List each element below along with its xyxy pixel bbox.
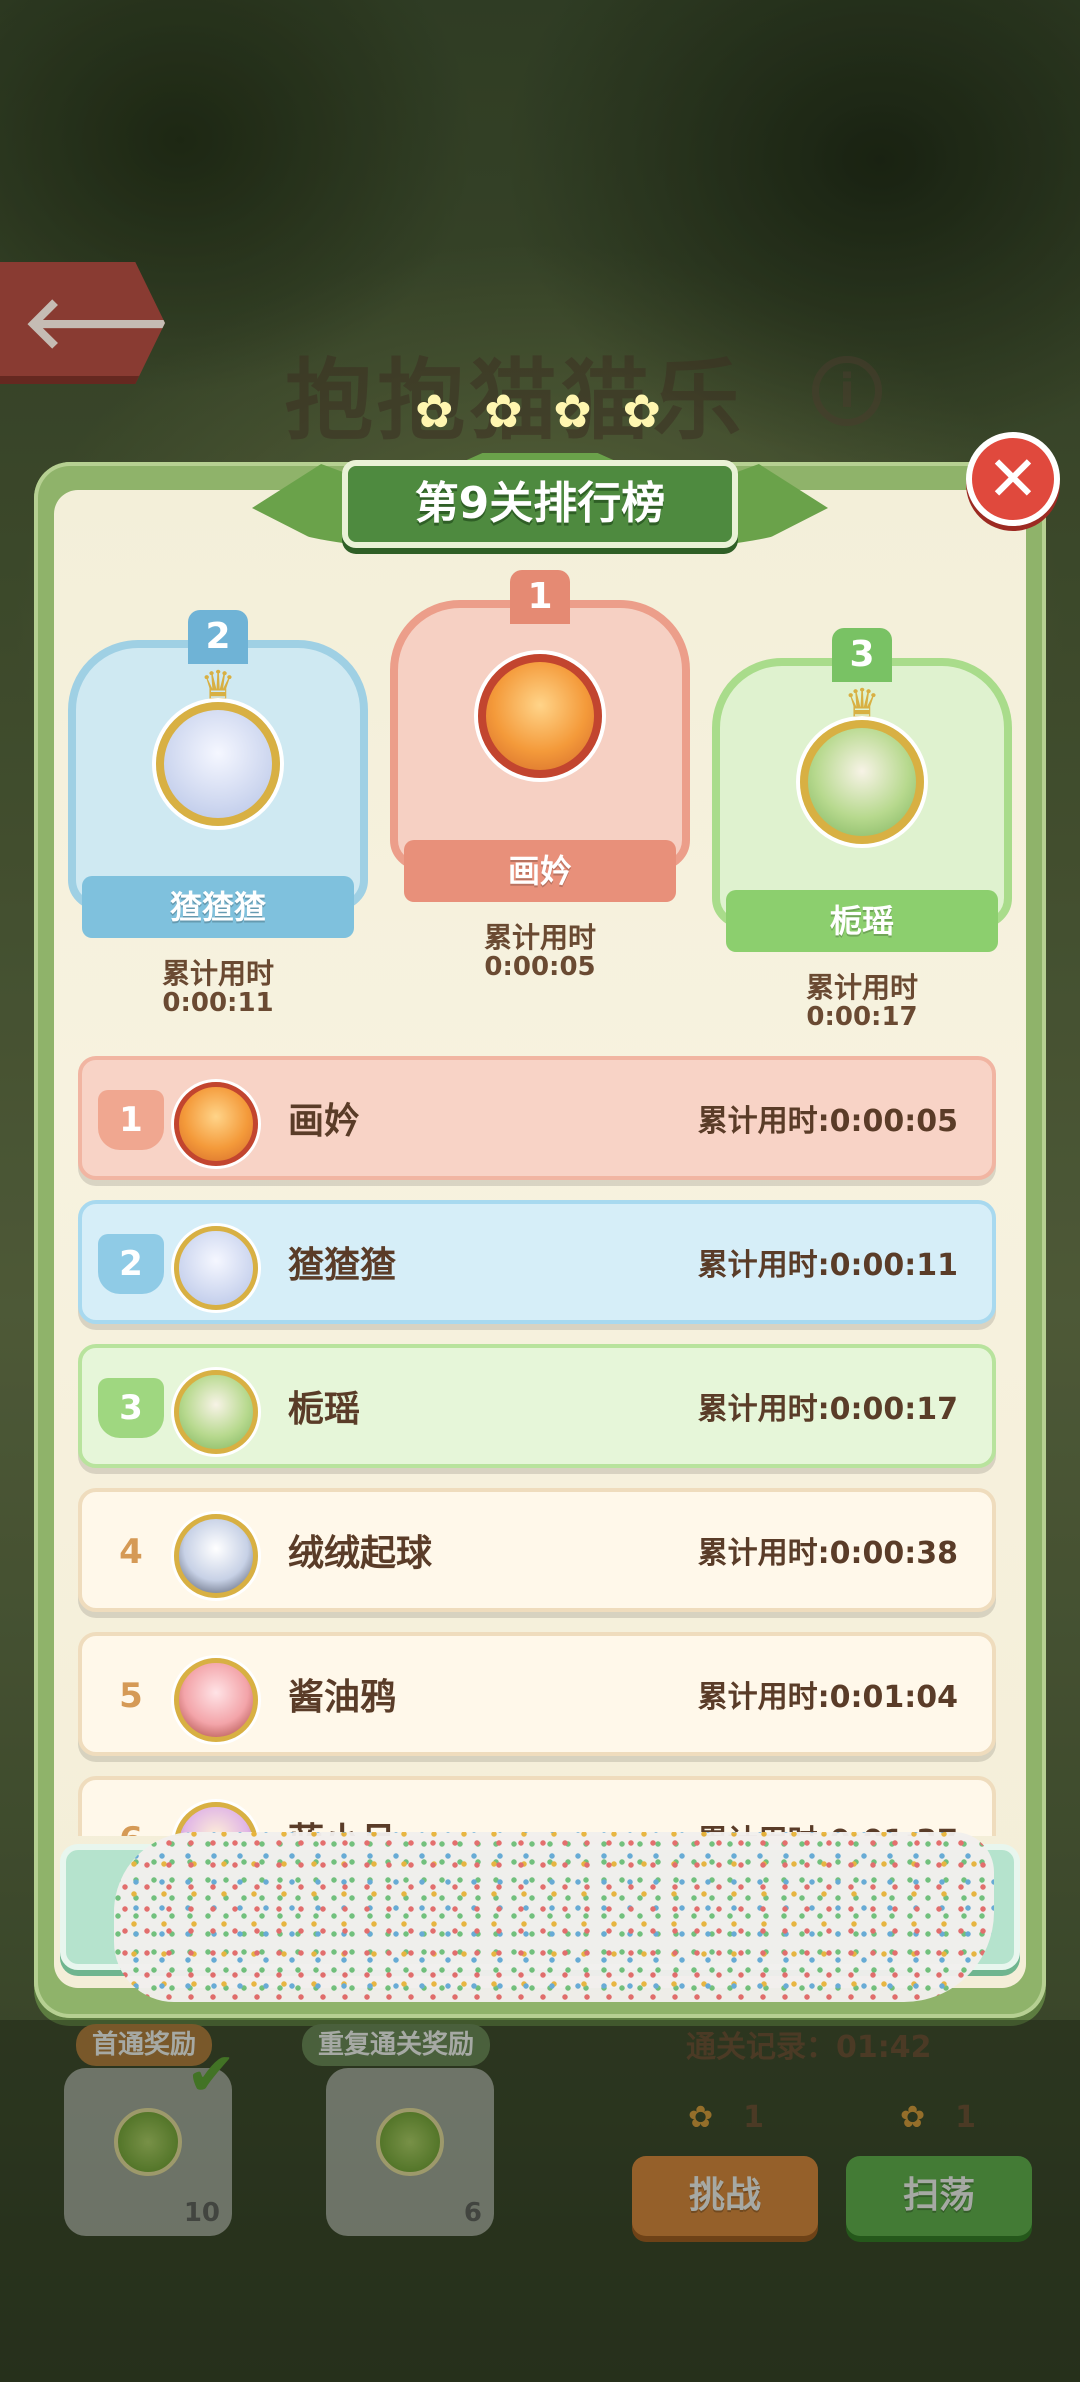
crown-icon: ♛	[844, 681, 880, 727]
avatar[interactable]	[174, 1226, 258, 1310]
avatar[interactable]	[174, 1802, 258, 1836]
info-icon[interactable]: i	[812, 356, 882, 426]
leaderboard-list[interactable]: 1 画妗 累计用时:0:00:05 2 猹猹猹 累计用时:0:00:11 3 栀…	[74, 1056, 1000, 1836]
player-name: 绒绒起球	[288, 1533, 433, 1574]
total-time: 累计用时:0:00:05	[697, 1104, 958, 1139]
player-name: 猹猹猹	[288, 1245, 397, 1286]
total-time: 累计用时:0:00:11	[697, 1248, 958, 1283]
avatar[interactable]	[478, 654, 602, 778]
close-icon: ✕	[987, 442, 1039, 515]
rank-badge: 1	[98, 1090, 164, 1150]
podium-rank-number: 3	[832, 628, 892, 682]
avatar[interactable]	[174, 1514, 258, 1598]
list-item[interactable]: 5 酱油鸦 累计用时:0:01:04	[78, 1632, 996, 1756]
total-time: 累计用时:0:00:38	[697, 1536, 958, 1571]
bottom-dim-overlay	[0, 2020, 1080, 2382]
player-name: 酱油鸦	[288, 1677, 397, 1718]
player-name: 画妗	[288, 1101, 361, 1142]
rank-number: 6	[98, 1810, 164, 1836]
total-time: 累计用时:0:00:17	[697, 1392, 958, 1427]
list-item[interactable]: 3 栀瑶 累计用时:0:00:17	[78, 1344, 996, 1468]
podium-player-name: 画妗	[404, 840, 676, 902]
player-name: 蓝小月	[288, 1780, 396, 1836]
player-name: 栀瑶	[288, 1389, 361, 1430]
panel-title-banner: ✿ ✿ ✿ ✿ 第9关排行榜	[252, 384, 828, 552]
list-item[interactable]: 1 画妗 累计用时:0:00:05	[78, 1056, 996, 1180]
back-arrow-icon: 🡐	[22, 280, 216, 364]
crown-icon: ♛	[200, 663, 236, 709]
rank-number: 4	[119, 1532, 143, 1572]
podium-time-label: 累计用时	[483, 921, 596, 954]
rank-badge: 3	[98, 1378, 164, 1438]
podium-time-label: 累计用时	[805, 971, 918, 1004]
podium-rank-number: 1	[510, 570, 570, 624]
total-time: 累计用时:0:01:37	[698, 1780, 958, 1836]
podium-player-name: 猹猹猹	[82, 876, 354, 938]
back-button[interactable]: 🡐	[0, 262, 165, 384]
list-item[interactable]: 4 绒绒起球 累计用时:0:00:38	[78, 1488, 996, 1612]
rank-badge: 2	[98, 1234, 164, 1294]
panel-title: 第9关排行榜	[414, 478, 666, 529]
podium-time-label: 累计用时	[161, 957, 274, 990]
podium-time-value: 0:00:17	[806, 1002, 918, 1032]
flower-decoration-icon: ✿ ✿ ✿ ✿	[414, 384, 670, 438]
privacy-mask	[114, 1832, 994, 2002]
avatar[interactable]	[800, 720, 924, 844]
list-item[interactable]: 2 猹猹猹 累计用时:0:00:11	[78, 1200, 996, 1324]
avatar[interactable]	[174, 1658, 258, 1742]
list-item[interactable]: 6 蓝小月 累计用时:0:01:37	[78, 1776, 996, 1836]
avatar[interactable]	[174, 1370, 258, 1454]
podium-time-value: 0:00:05	[484, 952, 596, 982]
total-time: 累计用时:0:01:04	[697, 1680, 958, 1715]
podium-player-name: 栀瑶	[726, 890, 998, 952]
avatar[interactable]	[156, 702, 280, 826]
rank-number: 5	[119, 1676, 143, 1716]
podium-time-value: 0:00:11	[162, 988, 274, 1018]
podium-rank-number: 2	[188, 610, 248, 664]
avatar[interactable]	[174, 1082, 258, 1166]
close-button[interactable]: ✕	[966, 432, 1060, 526]
